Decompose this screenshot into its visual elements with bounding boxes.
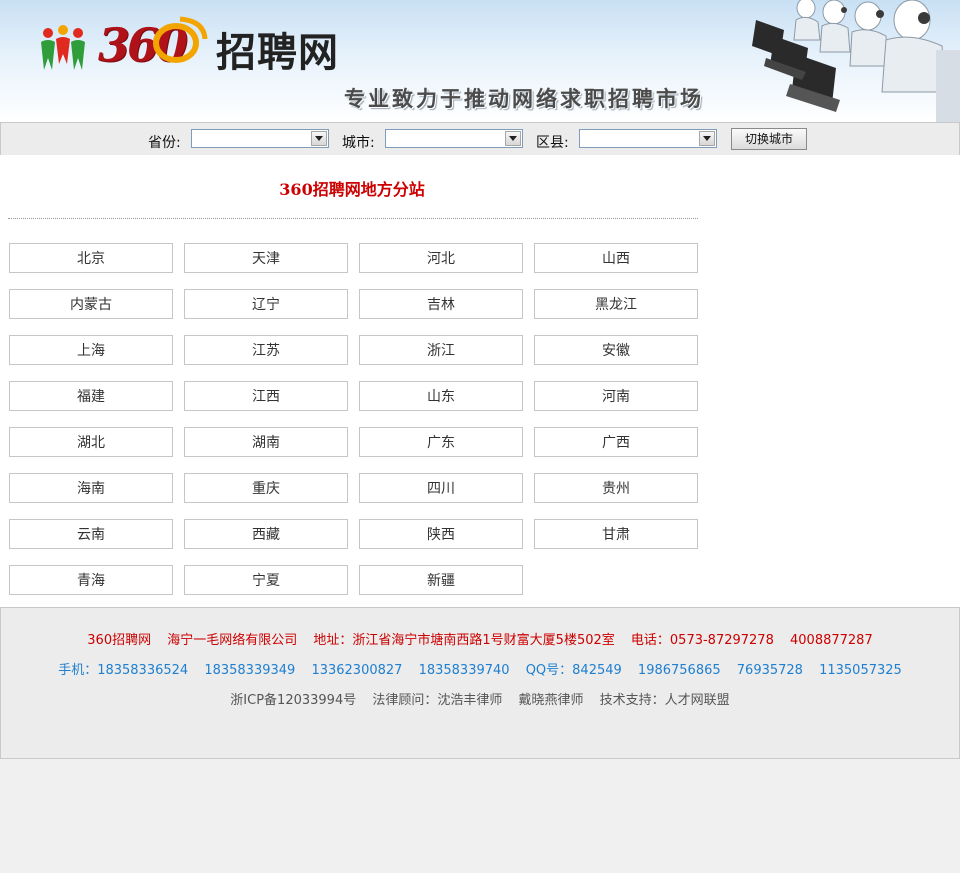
main-content: 360招聘网地方分站 北京 天津 河北 山西内蒙古 辽宁 吉林 黑龙江上海 江苏 浙江 安徽福建江… bbox=[0, 155, 960, 607]
footer-lawyer-1: 法律顾问：沈浩丰律师 bbox=[372, 693, 503, 708]
region-link[interactable]: 吉林 bbox=[359, 289, 523, 319]
footer-qq-2: 1986756865 bbox=[637, 663, 721, 678]
province-select[interactable] bbox=[191, 129, 329, 148]
city-label: 城市: bbox=[342, 135, 375, 151]
region-link[interactable]: 广西 bbox=[534, 427, 698, 457]
region-link[interactable]: 天津 bbox=[184, 243, 348, 273]
province-label: 省份: bbox=[148, 135, 181, 151]
footer: 360招聘网 海宁一毛网络有限公司 地址：浙江省海宁市塘南西路1号财富大厦5楼5… bbox=[0, 607, 960, 759]
logo-ring-graphic bbox=[153, 16, 208, 63]
people-logo-icon bbox=[41, 25, 85, 70]
dotted-divider bbox=[8, 218, 698, 219]
region-link[interactable]: 江苏 bbox=[184, 335, 348, 365]
region-link[interactable]: 内蒙古 bbox=[9, 289, 173, 319]
region-link[interactable]: 广东 bbox=[359, 427, 523, 457]
region-link[interactable]: 宁夏 bbox=[184, 565, 348, 595]
region-link[interactable]: 河北 bbox=[359, 243, 523, 273]
region-link[interactable]: 山东 bbox=[359, 381, 523, 411]
region-link[interactable]: 西藏 bbox=[184, 519, 348, 549]
footer-hotline: 4008877287 bbox=[790, 633, 873, 648]
region-link[interactable]: 云南 bbox=[9, 519, 173, 549]
region-link[interactable]: 江西 bbox=[184, 381, 348, 411]
footer-company-line: 360招聘网 海宁一毛网络有限公司 地址：浙江省海宁市塘南西路1号财富大厦5楼5… bbox=[1, 629, 959, 648]
region-link[interactable]: 安徽 bbox=[534, 335, 698, 365]
county-label: 区县: bbox=[536, 135, 569, 151]
region-link[interactable]: 黑龙江 bbox=[534, 289, 698, 319]
region-link[interactable]: 湖南 bbox=[184, 427, 348, 457]
footer-qq-3: 76935728 bbox=[736, 663, 803, 678]
region-link[interactable]: 河南 bbox=[534, 381, 698, 411]
footer-mobile-2: 18358339349 bbox=[204, 663, 296, 678]
footer-tech-support: 技术支持：人才网联盟 bbox=[599, 693, 730, 708]
logo-title: 招聘网 bbox=[216, 30, 339, 76]
footer-mobile-4: 18358339740 bbox=[418, 663, 510, 678]
call-center-operators-image bbox=[752, 0, 960, 122]
footer-company: 海宁一毛网络有限公司 bbox=[167, 633, 298, 648]
region-link[interactable]: 陕西 bbox=[359, 519, 523, 549]
dropdown-arrow-icon[interactable] bbox=[505, 131, 521, 146]
region-link[interactable]: 甘肃 bbox=[534, 519, 698, 549]
dropdown-arrow-icon[interactable] bbox=[311, 131, 327, 146]
region-link[interactable]: 山西 bbox=[534, 243, 698, 273]
footer-icp[interactable]: 浙ICP备12033994号 bbox=[230, 693, 356, 708]
region-link[interactable]: 上海 bbox=[9, 335, 173, 365]
region-link[interactable]: 浙江 bbox=[359, 335, 523, 365]
page-title: 360招聘网地方分站 bbox=[279, 180, 425, 199]
footer-lawyer-2: 戴晓燕律师 bbox=[518, 693, 584, 708]
footer-phone: 电话：0573-87297278 bbox=[630, 633, 774, 648]
city-selector-bar: 省份: 城市: 区县: 切换城市 bbox=[0, 122, 960, 156]
region-link[interactable]: 重庆 bbox=[184, 473, 348, 503]
footer-site-name[interactable]: 360招聘网 bbox=[87, 633, 151, 648]
city-select[interactable] bbox=[385, 129, 523, 148]
region-link[interactable]: 青海 bbox=[9, 565, 173, 595]
footer-mobile-3: 13362300827 bbox=[311, 663, 403, 678]
region-link[interactable]: 海南 bbox=[9, 473, 173, 503]
region-link[interactable]: 湖北 bbox=[9, 427, 173, 457]
footer-mobile-1: 手机：18358336524 bbox=[58, 663, 189, 678]
region-link[interactable]: 贵州 bbox=[534, 473, 698, 503]
footer-contact-line: 手机：18358336524 18358339349 13362300827 1… bbox=[1, 659, 959, 678]
region-link[interactable]: 福建 bbox=[9, 381, 173, 411]
region-link[interactable]: 北京 bbox=[9, 243, 173, 273]
footer-qq-1: QQ号：842549 bbox=[525, 663, 622, 678]
region-link[interactable]: 新疆 bbox=[359, 565, 523, 595]
footer-address: 地址：浙江省海宁市塘南西路1号财富大厦5楼502室 bbox=[313, 633, 615, 648]
region-link[interactable]: 辽宁 bbox=[184, 289, 348, 319]
region-link[interactable]: 四川 bbox=[359, 473, 523, 503]
footer-legal-line: 浙ICP备12033994号 法律顾问：沈浩丰律师 戴晓燕律师 技术支持：人才网… bbox=[1, 689, 959, 708]
switch-city-button[interactable]: 切换城市 bbox=[731, 128, 807, 150]
header-banner: 360 招聘网 专业致力于推动网络求职招聘市场 bbox=[0, 0, 960, 122]
dropdown-arrow-icon[interactable] bbox=[699, 131, 715, 146]
county-select[interactable] bbox=[579, 129, 717, 148]
footer-qq-4: 1135057325 bbox=[819, 663, 902, 678]
slogan: 专业致力于推动网络求职招聘市场 bbox=[344, 87, 704, 111]
